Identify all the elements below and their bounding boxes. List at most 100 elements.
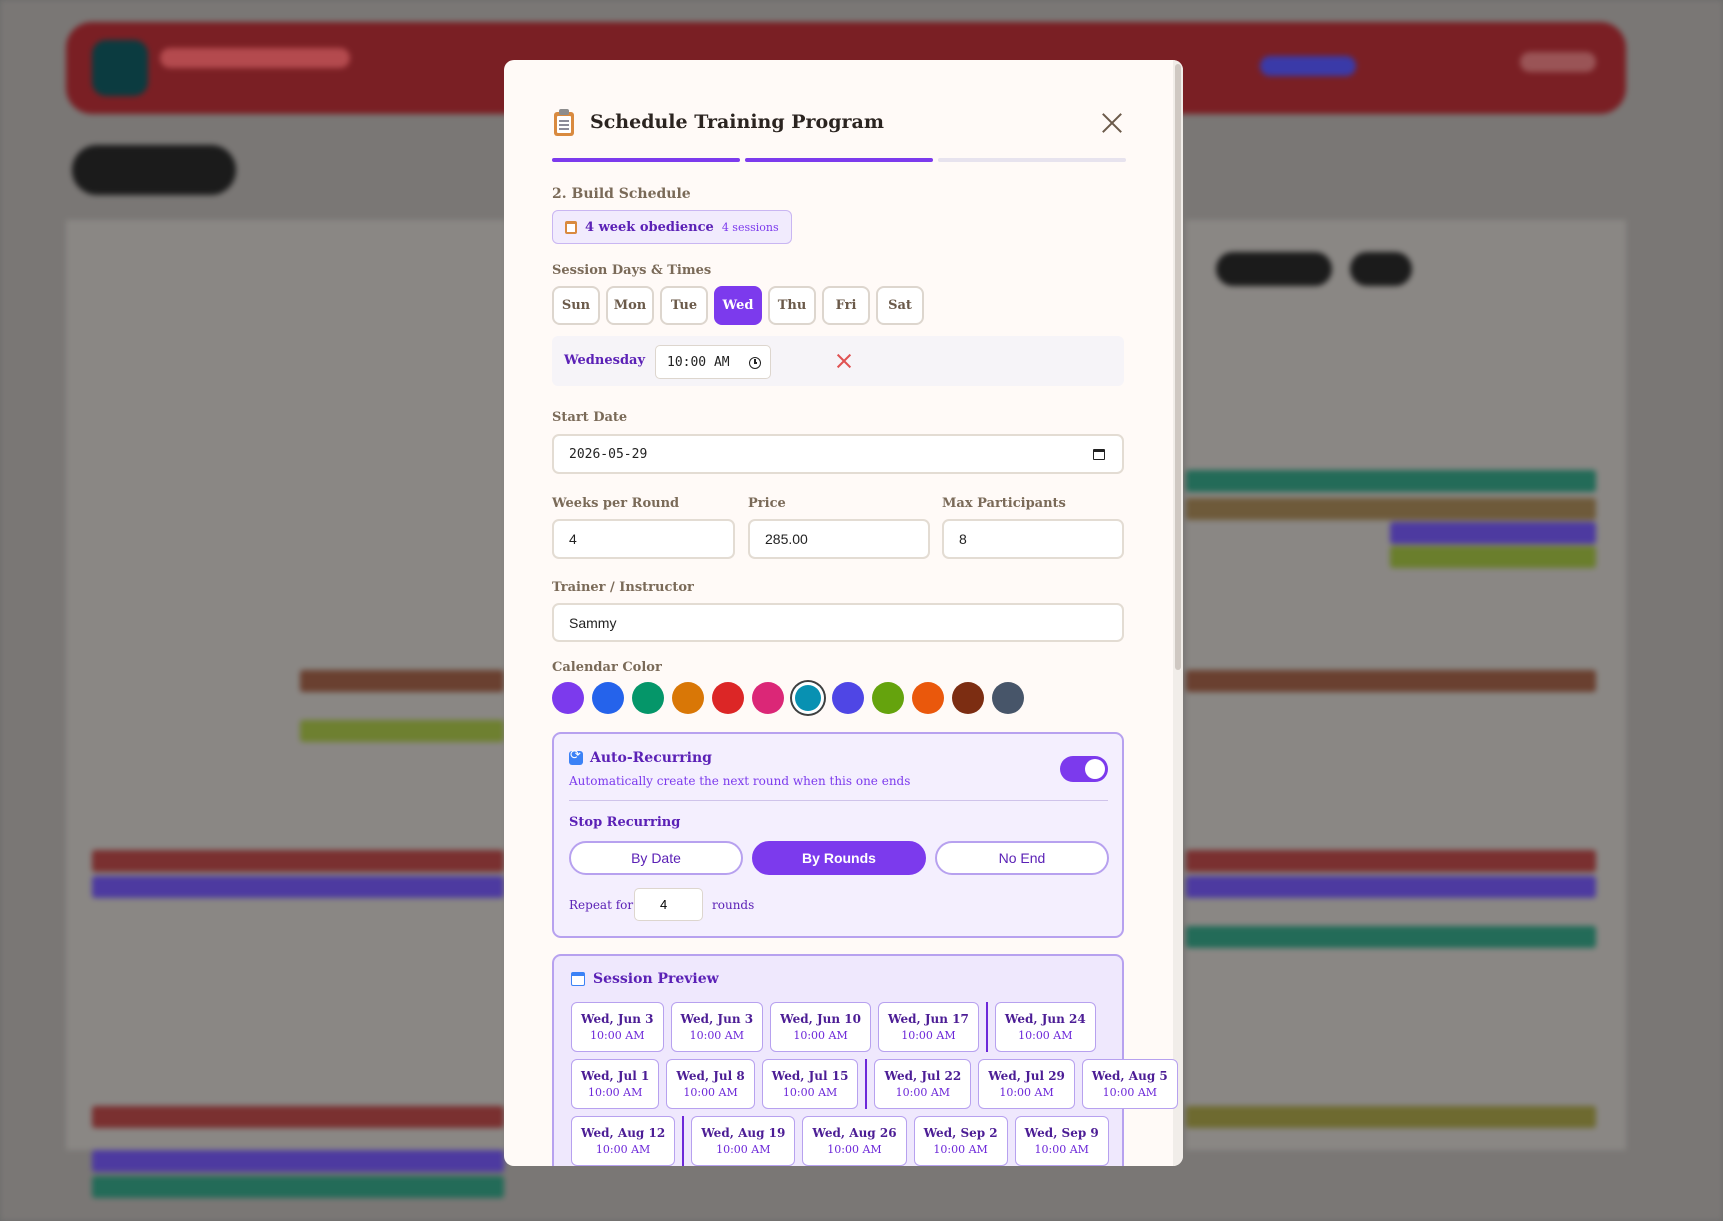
- stop-recurring-options: By Date By Rounds No End: [569, 841, 1109, 875]
- schedule-training-modal: Schedule Training Program 2. Build Sched…: [504, 60, 1183, 1166]
- day-button-thu[interactable]: Thu: [768, 286, 816, 325]
- bg-toolbar-btn: [1216, 252, 1332, 286]
- session-preview-row: Wed, Aug 12 10:00 AM Wed, Aug 19 10:00 AM We…: [571, 1116, 1178, 1166]
- price-label: Price: [748, 496, 786, 511]
- color-swatch[interactable]: [712, 682, 744, 714]
- scrollbar-thumb[interactable]: [1175, 64, 1181, 670]
- calendar-icon: [571, 972, 585, 986]
- stop-option-by-rounds[interactable]: By Rounds: [752, 841, 926, 875]
- color-swatch[interactable]: [832, 682, 864, 714]
- session-date: Wed, Aug 5: [1091, 1069, 1168, 1083]
- session-time: 10:00 AM: [1018, 1029, 1073, 1042]
- repeat-rounds-value: 4: [660, 897, 668, 912]
- color-swatch[interactable]: [552, 682, 584, 714]
- clipboard-icon: [565, 220, 577, 234]
- color-swatch[interactable]: [792, 682, 824, 714]
- session-time: 10:00 AM: [1034, 1143, 1089, 1156]
- day-button-wed[interactable]: Wed: [714, 286, 762, 325]
- calendar-icon[interactable]: [1093, 449, 1105, 460]
- session-card: Wed, Jul 8 10:00 AM: [666, 1059, 755, 1109]
- color-swatch[interactable]: [952, 682, 984, 714]
- bg-event: [1186, 470, 1596, 492]
- weeks-input[interactable]: 4: [552, 519, 735, 559]
- step-title: 2. Build Schedule: [552, 186, 691, 202]
- session-date: Wed, Jul 1: [581, 1069, 650, 1083]
- max-participants-label: Max Participants: [942, 496, 1066, 511]
- remove-time-icon[interactable]: [837, 354, 851, 368]
- bg-event: [1186, 1106, 1596, 1128]
- trainer-label: Trainer / Instructor: [552, 580, 694, 595]
- color-swatch[interactable]: [632, 682, 664, 714]
- session-date: Wed, Sep 2: [923, 1126, 998, 1140]
- max-participants-input[interactable]: 8: [942, 519, 1124, 559]
- session-time-input[interactable]: 10:00 AM: [655, 345, 771, 379]
- session-time: 10:00 AM: [683, 1086, 738, 1099]
- modal-scrollbar[interactable]: [1173, 60, 1183, 1166]
- bg-event: [1186, 850, 1596, 872]
- bg-event: [1186, 498, 1596, 520]
- session-date: Wed, Aug 26: [812, 1126, 897, 1140]
- color-swatch[interactable]: [912, 682, 944, 714]
- max-participants-value: 8: [959, 531, 967, 547]
- session-preview-list: Wed, Jun 3 10:00 AM Wed, Jun 3 10:00 AM Wed,…: [571, 1002, 1178, 1166]
- color-swatch[interactable]: [592, 682, 624, 714]
- modal-header: Schedule Training Program: [552, 108, 884, 136]
- session-time: 10:00 AM: [587, 1086, 643, 1099]
- clock-icon[interactable]: [749, 357, 761, 369]
- bg-event: [1390, 546, 1596, 568]
- modal-title: Schedule Training Program: [590, 111, 884, 133]
- session-preview-row: Wed, Jun 3 10:00 AM Wed, Jun 3 10:00 AM Wed,…: [571, 1002, 1178, 1052]
- session-time-row: Wednesday 10:00 AM: [552, 336, 1124, 386]
- start-date-label: Start Date: [552, 410, 628, 425]
- session-date: Wed, Jun 17: [887, 1012, 969, 1026]
- session-date: Wed, Sep 9: [1024, 1126, 1099, 1140]
- session-card: Wed, Aug 12 10:00 AM: [571, 1116, 676, 1166]
- session-card: Wed, Jul 1 10:00 AM: [571, 1059, 660, 1109]
- session-preview-panel: Session Preview Wed, Jun 3 10:00 AM Wed, J…: [552, 954, 1178, 1166]
- bg-event: [1390, 522, 1596, 544]
- session-date: Wed, Jul 22: [884, 1069, 962, 1083]
- stop-recurring-label: Stop Recurring: [569, 815, 681, 830]
- session-time: 10:00 AM: [1102, 1086, 1158, 1099]
- stop-option-by-date[interactable]: By Date: [569, 841, 743, 875]
- trainer-input[interactable]: Sammy: [552, 603, 1124, 642]
- session-card: Wed, Aug 26 10:00 AM: [802, 1116, 907, 1166]
- session-card: Wed, Jun 10 10:00 AM: [770, 1002, 871, 1052]
- repeat-for-label: Repeat for:: [569, 898, 638, 912]
- bg-event: [92, 850, 504, 872]
- color-swatch[interactable]: [672, 682, 704, 714]
- session-time: 10:00 AM: [999, 1086, 1054, 1099]
- session-time: 10:00 AM: [716, 1143, 771, 1156]
- trainer-value: Sammy: [569, 614, 617, 631]
- bg-event: [92, 1106, 504, 1128]
- color-picker: [552, 682, 1024, 714]
- repeat-rounds-input[interactable]: 4: [634, 888, 703, 921]
- color-swatch[interactable]: [752, 682, 784, 714]
- session-card: Wed, Jun 24 10:00 AM: [994, 1002, 1096, 1052]
- session-card: Wed, Aug 19 10:00 AM: [691, 1116, 796, 1166]
- day-button-sun[interactable]: Sun: [552, 286, 600, 325]
- day-selector: Sun Mon Tue Wed Thu Fri Sat: [552, 286, 924, 325]
- bg-button-blur-2: [1520, 52, 1596, 72]
- stop-option-no-end[interactable]: No End: [935, 841, 1109, 875]
- session-time: 10:00 AM: [793, 1029, 848, 1042]
- close-icon[interactable]: [1101, 112, 1123, 134]
- price-input[interactable]: 285.00: [748, 519, 930, 559]
- session-time: 10:00 AM: [901, 1029, 956, 1042]
- start-date-input[interactable]: 2026-05-29: [552, 434, 1124, 474]
- day-button-sat[interactable]: Sat: [876, 286, 924, 325]
- session-time: 10:00 AM: [782, 1086, 838, 1099]
- day-button-tue[interactable]: Tue: [660, 286, 708, 325]
- program-session-count: 4 sessions: [721, 220, 779, 234]
- auto-recurring-description: Automatically create the next round when…: [569, 774, 911, 788]
- color-swatch[interactable]: [872, 682, 904, 714]
- step-progress: [552, 158, 1126, 162]
- session-date: Wed, Aug 12: [581, 1126, 666, 1140]
- session-card: Wed, Jul 15 10:00 AM: [761, 1059, 859, 1109]
- color-swatch[interactable]: [992, 682, 1024, 714]
- auto-recurring-toggle[interactable]: [1060, 756, 1108, 782]
- day-button-fri[interactable]: Fri: [822, 286, 870, 325]
- bg-event: [92, 1150, 504, 1172]
- day-button-mon[interactable]: Mon: [606, 286, 654, 325]
- session-time: 10:00 AM: [895, 1086, 951, 1099]
